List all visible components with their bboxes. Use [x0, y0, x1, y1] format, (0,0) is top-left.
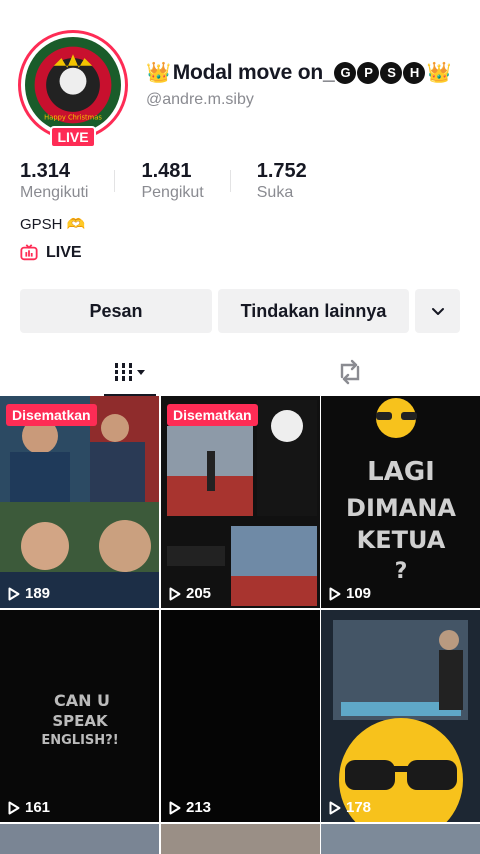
avatar[interactable]: Happy Christmas LIVE	[18, 30, 128, 148]
grid-icon	[115, 363, 145, 381]
more-actions-button[interactable]: Tindakan lainnya	[218, 289, 409, 333]
stat-label: Suka	[256, 184, 294, 201]
repost-icon	[340, 359, 360, 385]
live-link[interactable]: LIVE	[20, 244, 82, 262]
svg-text:?: ?	[395, 559, 408, 584]
svg-text:Happy Christmas: Happy Christmas	[44, 114, 102, 122]
tab-reposts[interactable]	[320, 350, 380, 394]
pinned-badge: Disematkan	[167, 404, 258, 426]
view-count: 205	[169, 585, 211, 602]
view-count: 189	[8, 585, 50, 602]
message-button[interactable]: Pesan	[20, 289, 212, 333]
play-icon	[169, 801, 181, 814]
video-thumbnail[interactable]: LAGI DIMANA KETUA ? 109	[321, 396, 480, 608]
video-thumbnail[interactable]: CAN U SPEAK ENGLISH?! 161	[0, 610, 159, 822]
stat-value: 1.752	[256, 160, 307, 182]
profile-header: Happy Christmas LIVE 👑 Modal move on_ G …	[0, 0, 480, 290]
play-icon	[8, 801, 20, 814]
profile-tabs	[0, 350, 480, 396]
play-icon	[329, 801, 341, 814]
view-count: 213	[169, 799, 211, 816]
thumbnail-image	[0, 396, 159, 608]
view-count-value: 109	[346, 585, 372, 602]
thumbnail-image: CAN U SPEAK ENGLISH?!	[0, 610, 159, 822]
video-thumbnail[interactable]: 213	[161, 610, 320, 822]
stats-row: 1.314 Mengikuti 1.481 Pengikut 1.752 Suk…	[20, 160, 307, 202]
display-name: 👑 Modal move on_ G P S H 👑	[146, 60, 453, 85]
play-icon	[169, 587, 181, 600]
name-block: 👑 Modal move on_ G P S H 👑 @andre.m.siby	[146, 60, 453, 109]
svg-text:LAGI: LAGI	[367, 457, 435, 487]
live-link-label: LIVE	[46, 244, 82, 261]
view-count: 161	[8, 799, 50, 816]
video-thumbnail[interactable]	[321, 824, 480, 854]
view-count: 109	[329, 585, 371, 602]
live-ring: Happy Christmas	[18, 30, 128, 140]
stat-followers[interactable]: 1.481 Pengikut	[141, 160, 203, 202]
pinned-badge: Disematkan	[6, 404, 97, 426]
stat-label: Pengikut	[141, 184, 204, 201]
video-thumbnail[interactable]	[0, 824, 159, 854]
video-grid: Disematkan 189 Disematkan 205 LAGI DIMAN…	[0, 396, 480, 854]
suggested-accounts-button[interactable]	[415, 289, 460, 333]
live-badge: LIVE	[50, 126, 96, 148]
view-count: 178	[329, 799, 371, 816]
video-thumbnail[interactable]: Disematkan 205	[161, 396, 320, 608]
circled-letter: S	[380, 61, 403, 84]
circled-letter: P	[357, 61, 380, 84]
thumbnail-image	[321, 610, 480, 822]
view-count-value: 178	[346, 799, 372, 816]
play-icon	[8, 587, 20, 600]
thumbnail-image	[161, 396, 320, 608]
view-count-value: 161	[25, 799, 51, 816]
tab-videos[interactable]	[100, 350, 160, 394]
divider	[229, 170, 231, 192]
thumbnail-image	[161, 610, 320, 822]
crown-icon: 👑	[146, 62, 171, 84]
view-count-value: 189	[25, 585, 51, 602]
view-count-value: 205	[186, 585, 212, 602]
video-thumbnail[interactable]: Disematkan 189	[0, 396, 159, 608]
stat-following[interactable]: 1.314 Mengikuti	[20, 160, 88, 202]
divider	[114, 170, 116, 192]
crown-icon: 👑	[426, 62, 452, 84]
view-count-value: 213	[186, 799, 212, 816]
bio: GPSH 🫶	[20, 216, 86, 233]
avatar-image: Happy Christmas	[25, 37, 121, 133]
svg-text:KETUA: KETUA	[357, 526, 446, 554]
stat-likes[interactable]: 1.752 Suka	[257, 160, 307, 202]
display-name-text: Modal move on_	[172, 60, 335, 84]
play-icon	[329, 587, 341, 600]
circled-letter: G	[334, 61, 357, 84]
stat-value: 1.481	[141, 160, 192, 182]
svg-text:SPEAK: SPEAK	[52, 712, 109, 730]
chevron-down-icon	[431, 308, 444, 315]
svg-text:CAN U: CAN U	[54, 691, 110, 710]
username: @andre.m.siby	[146, 91, 254, 108]
thumbnail-image: LAGI DIMANA KETUA ?	[321, 396, 480, 608]
video-thumbnail[interactable]	[161, 824, 320, 854]
svg-text:DIMANA: DIMANA	[346, 494, 456, 522]
svg-text:ENGLISH?!: ENGLISH?!	[41, 733, 118, 748]
stat-value: 1.314	[20, 160, 71, 182]
live-tv-icon	[20, 244, 38, 261]
stat-label: Mengikuti	[20, 184, 89, 201]
circled-letter: H	[403, 61, 426, 84]
video-thumbnail[interactable]: 178	[321, 610, 480, 822]
